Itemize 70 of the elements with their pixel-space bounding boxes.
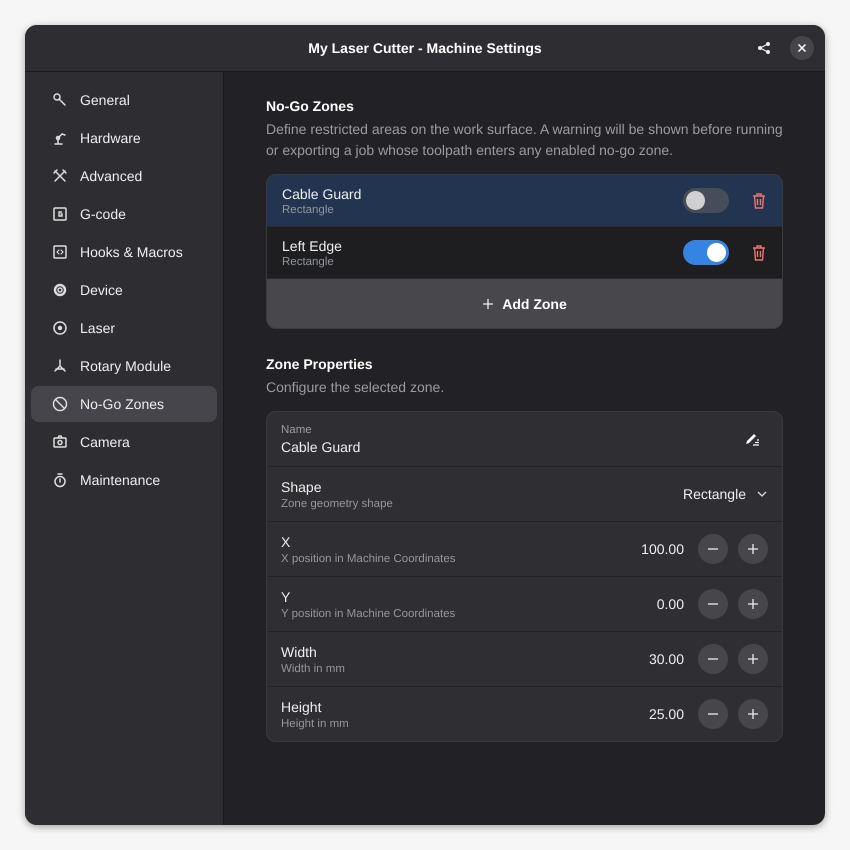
no-entry-icon — [52, 396, 68, 412]
row-subtitle: Width in mm — [281, 662, 346, 674]
row-subtitle: Height in mm — [281, 718, 350, 730]
decrement-button[interactable] — [698, 589, 728, 619]
row-title: Y — [281, 588, 292, 604]
plus-icon — [482, 298, 494, 310]
row-title: Height — [281, 698, 322, 714]
camera-icon — [52, 434, 68, 450]
spin-value[interactable]: 100.00 — [641, 541, 684, 557]
zone-row[interactable]: Left Edge Rectangle — [267, 227, 782, 279]
increment-button[interactable] — [738, 644, 768, 674]
add-zone-button[interactable]: Add Zone — [267, 279, 782, 328]
decrement-button[interactable] — [698, 534, 728, 564]
section-title: No-Go Zones — [266, 98, 355, 114]
plus-icon — [747, 598, 759, 610]
sidebar-item[interactable]: Device — [31, 272, 217, 308]
decrement-button[interactable] — [698, 644, 728, 674]
row-title: X — [281, 534, 292, 550]
zone-name: Left Edge — [282, 238, 343, 254]
increment-button[interactable] — [738, 534, 768, 564]
row-subtitle: Y position in Machine Coordinates — [281, 608, 456, 620]
section-title: Zone Properties — [266, 356, 374, 372]
plus-icon — [747, 708, 759, 720]
delete-button[interactable] — [751, 192, 767, 210]
spin-value[interactable]: 0.00 — [656, 596, 684, 612]
section-description: Configure the selected zone. — [266, 378, 446, 397]
spin-value[interactable]: 25.00 — [648, 706, 684, 722]
tools-icon — [52, 168, 68, 184]
sidebar-item[interactable]: Rotary Module — [31, 348, 217, 384]
rotary-icon — [52, 358, 68, 374]
stopwatch-icon — [52, 472, 68, 488]
plus-icon — [747, 653, 759, 665]
sidebar-item[interactable]: G-code — [31, 196, 217, 232]
row-subtitle: X position in Machine Coordinates — [281, 552, 457, 564]
name-field[interactable]: Cable Guard — [281, 438, 743, 454]
sidebar-item[interactable]: No-Go Zones — [31, 386, 217, 422]
trash-icon — [751, 244, 767, 262]
sidebar-item[interactable]: Hardware — [31, 120, 217, 156]
sidebar-item[interactable]: Laser — [31, 310, 217, 346]
delete-button[interactable] — [751, 244, 767, 262]
plus-icon — [747, 543, 759, 555]
increment-button[interactable] — [738, 589, 768, 619]
decrement-button[interactable] — [698, 699, 728, 729]
increment-button[interactable] — [738, 699, 768, 729]
spin-value[interactable]: 30.00 — [648, 651, 684, 667]
zone-row[interactable]: Cable Guard Rectangle — [267, 175, 782, 227]
code-icon — [52, 244, 68, 260]
close-button[interactable] — [790, 36, 814, 60]
row-title: Width — [281, 644, 318, 660]
sidebar-item[interactable]: General — [31, 82, 217, 118]
zone-subtitle: Rectangle — [282, 204, 335, 216]
zone-subtitle: Rectangle — [282, 256, 335, 268]
share-icon — [756, 40, 772, 56]
zone-name: Cable Guard — [282, 186, 362, 202]
shape-dropdown[interactable]: Rectangle — [682, 486, 768, 502]
sidebar-item[interactable]: Hooks & Macros — [31, 234, 217, 270]
section-description: Define restricted areas on the work surface. A warning will be shown before running or exporting a job whose toolpath enters any enabled no-go zone. — [266, 120, 783, 160]
target-icon — [52, 320, 68, 336]
close-icon — [797, 43, 807, 53]
sidebar-item[interactable]: Advanced — [31, 158, 217, 194]
sidebar-item[interactable]: Maintenance — [31, 462, 217, 498]
row-title: Shape — [281, 478, 322, 494]
window-title: My Laser Cutter - Machine Settings — [308, 40, 542, 56]
trash-icon — [751, 192, 767, 210]
toggle-switch[interactable] — [683, 240, 729, 265]
toggle-switch[interactable] — [683, 188, 729, 213]
row-subtitle: Zone geometry shape — [281, 498, 394, 510]
field-label: Name — [281, 424, 313, 436]
sidebar-item[interactable]: Camera — [31, 424, 217, 460]
g-code-icon — [52, 206, 68, 222]
